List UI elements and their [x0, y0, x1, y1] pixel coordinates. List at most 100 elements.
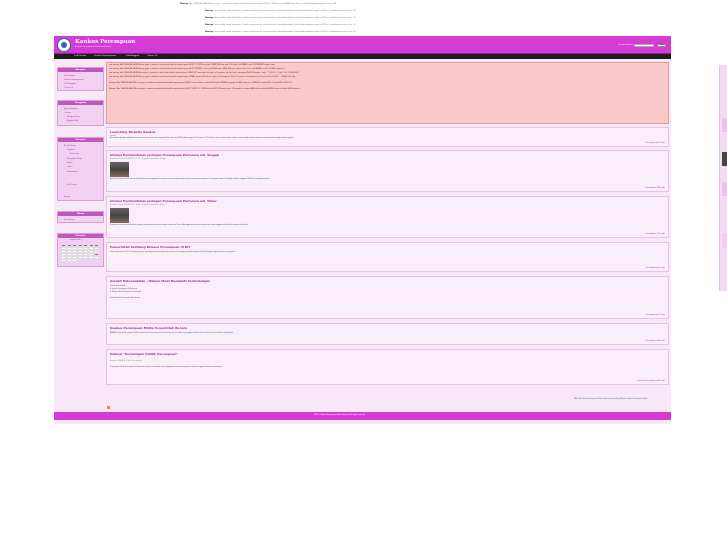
post-body: Keterwakilan Perempuan di Parlemen [110, 298, 140, 299]
post-title[interactable]: Sulakit Keterwakilan - Hukum Medi Mendan… [110, 279, 210, 283]
side-ad[interactable] [722, 234, 727, 248]
warning-line: Warning: Cannot modify header informatio… [205, 24, 356, 26]
block-title: Kalender [58, 234, 103, 238]
sidebar-item[interactable]: Kirim Pesan [62, 219, 74, 221]
sidebar-item[interactable]: Catatan [62, 112, 71, 114]
error-line: user warning: Table 'SESSIONS_KAUKUSE.ac… [109, 73, 299, 74]
sidebar-block-user: Pengguna Agenda Kegiatan Catatan Mengiri… [57, 100, 104, 126]
logo-emblem-icon [61, 42, 67, 48]
calendar-month[interactable]: « Agustus 2013 » [69, 240, 83, 241]
site-footer: 2013 © Kaukus Perempuan Politik Indonesi… [54, 412, 671, 420]
page-container: Kaukus Perempuan Kaukus Perempuan Politi… [54, 36, 671, 424]
nav-item-profil[interactable]: Profil Kaukus [74, 55, 86, 57]
post-footer-links[interactable]: Selengkapnya 55 reads [646, 268, 665, 269]
primary-nav: Profil Kaukus Struktur Kepengurusan Prof… [54, 54, 671, 59]
search-input[interactable] [634, 43, 654, 47]
post-footer-links[interactable]: 1 komentar Selengkapnya 43 reads [637, 381, 665, 382]
logo[interactable] [57, 38, 71, 52]
error-messages: user warning: Table 'SESSIONS_KAUKUSE.us… [106, 62, 669, 124]
post-5: Sulakit Keterwakilan - Hukum Medi Mendan… [106, 276, 669, 319]
block-title: Navigasi [58, 68, 103, 72]
sidebar-item[interactable]: Pernyataan Sikap [65, 158, 82, 160]
block-title: Pengguna [58, 101, 103, 105]
post-body: Kaukus Perempuan Parlemen Republik Indon… [110, 179, 271, 180]
post-1: Launching Website Kaukus Kaukus Bertepat… [106, 127, 669, 147]
post-body-line: a. Jumlah Perempuan di Parlemen [110, 289, 137, 290]
post-body: JAKARTA - Kaukus Perempuan Politik Indon… [110, 333, 234, 334]
site-header: Kaukus Perempuan Kaukus Perempuan Politi… [54, 36, 671, 54]
sidebar-item[interactable]: Berita Kaukus [62, 145, 76, 147]
error-line: user warning: Table 'SESSIONS_KAUKUSE.us… [109, 77, 297, 78]
post-meta: Sumber: JURNALIS | Oleh: Perempuan [110, 360, 142, 362]
warning-line: Warning: Cannot modify header informatio… [205, 10, 356, 12]
warning-line: Warning: Cannot modify header informatio… [205, 17, 356, 19]
post-body-line: b. Hukum Medi Mendanti Perlindungan [110, 292, 141, 293]
sidebar-item[interactable]: Contact Us [62, 87, 73, 89]
post-footer-links[interactable]: Selengkapnya 185 reads [645, 188, 665, 189]
post-meta: Kaukus [110, 135, 117, 137]
nav-item-struktur[interactable]: Struktur Kepengurusan [94, 55, 116, 57]
sidebar-block-menu: Navigasi Profil Kaukus Struktur Kepengur… [57, 67, 104, 91]
block-title: Kategori [58, 138, 103, 142]
sidebar-item[interactable]: Struktur Kepengurusan [62, 79, 84, 81]
post-title[interactable]: Inisiasi Pembentukan Jaringan Perempuan … [110, 199, 217, 203]
block-title: Masuk [58, 212, 103, 216]
nav-item-anggota[interactable]: Profil Anggota [126, 55, 139, 57]
post-body-line: Sulakit Keterwakilan [110, 286, 127, 287]
post-title[interactable]: Launching Website Kaukus [110, 130, 156, 134]
post-body: Bertepatan dengan rangkaian acara pertem… [110, 138, 295, 139]
search-button[interactable]: Cari [657, 43, 666, 47]
post-title[interactable]: Pemerintah Serbiang Khusus Perempuan di … [110, 245, 191, 249]
post-meta: Diposkan Kamis 05/09/2013 - 09:40 | Kegi… [110, 204, 165, 206]
sidebar-item[interactable]: Dokumentasi [65, 171, 78, 173]
post-thumbnail[interactable] [110, 162, 129, 177]
rss-feed-icon[interactable] [107, 406, 110, 409]
site-title[interactable]: Kaukus Perempuan [75, 39, 135, 45]
sidebar-item[interactable]: Profil Kaukus [62, 75, 75, 77]
post-footer-links[interactable]: Selengkapnya 20 reads [646, 143, 665, 144]
post-body: Pemerintah provinsi DIY mendukung upaya … [110, 252, 236, 253]
post-7: Diskusi "Perjuangan Politik Perempuan" S… [106, 349, 669, 385]
warning-line: Warning: Table ' SESSIONS_KAUKUSE.users_… [180, 3, 336, 5]
side-ad[interactable] [722, 118, 727, 132]
post-title[interactable]: Kaukus Perempuan Minta Pemerintah Benani [110, 326, 187, 330]
post-6: Kaukus Perempuan Minta Pemerintah Benani… [106, 323, 669, 345]
calendar-grid[interactable] [61, 244, 101, 263]
side-ad-image[interactable] [722, 152, 727, 166]
post-body: Pertemuan inisiasi pembentukan jaringan … [110, 225, 249, 226]
sidebar-item[interactable]: Mengirim Pesan [65, 116, 80, 118]
side-ad[interactable] [722, 182, 727, 196]
sidebar-item[interactable]: Pertemuan [68, 153, 79, 155]
footer-copyright: 2013 © Kaukus Perempuan Politik Indonesi… [314, 415, 366, 416]
sidebar-item[interactable]: Profil Anggota [62, 83, 76, 85]
warning-line: Warning: Cannot modify header informatio… [205, 31, 356, 33]
post-4: Pemerintah Serbiang Khusus Perempuan di … [106, 242, 669, 272]
sidebar-item[interactable]: Artikel [65, 162, 72, 164]
sidebar-item[interactable]: Agenda Kegiatan [62, 108, 78, 110]
post-2: Inisiasi Pembentukan Jaringan Perempuan … [106, 150, 669, 192]
search-label: Cari di situs ini: [618, 44, 634, 46]
sidebar-item[interactable]: Kontak [62, 196, 70, 198]
sidebar-item[interactable]: Anggota Aktif [65, 120, 79, 122]
sidebar-item[interactable]: Kegiatan [65, 149, 74, 151]
post-footer-links[interactable]: Selengkapnya 97 reads [646, 315, 665, 316]
sidebar-item[interactable]: Link Terkait [65, 184, 77, 186]
post-3: Inisiasi Pembentukan Jaringan Perempuan … [106, 196, 669, 238]
sidebar-block-login: Masuk Kirim Pesan [57, 211, 104, 223]
right-side-rail [719, 65, 727, 291]
nav-item-contact[interactable]: Contact Us [147, 55, 157, 57]
post-title[interactable]: Inisiasi Pembentukan Jaringan Perempuan … [110, 153, 219, 157]
post-footer-links[interactable]: Selengkapnya 212 reads [645, 234, 665, 235]
post-meta: Diposkan Kamis 12/09/2013 - 10:15 | Kegi… [110, 158, 166, 160]
sidebar-block-category: Kategori Berita Kaukus Kegiatan Pertemua… [57, 137, 104, 201]
site-tagline: Kaukus Perempuan Politik Indonesia [75, 46, 112, 48]
post-title[interactable]: Diskusi "Perjuangan Politik Perempuan" [110, 352, 178, 356]
footer-info[interactable]: KPPI | KPI Kaukus Perempuan Politik Indo… [574, 399, 647, 400]
post-footer-links[interactable]: Selengkapnya 48 reads [646, 341, 665, 342]
post-thumbnail[interactable] [110, 208, 129, 223]
sidebar-item[interactable]: Opini [65, 166, 71, 168]
post-body: Perjuangan Politik Perempuan di Indonesi… [110, 367, 223, 368]
error-line: Warning: Table 'SESSIONS_KAUKUSE.users_p… [109, 89, 302, 90]
error-line: Warning: Table 'SESSIONS_KAUKUSE.users_p… [109, 83, 293, 84]
error-line: user warning: Table 'SESSIONS_KAUKUSE.us… [109, 69, 285, 70]
